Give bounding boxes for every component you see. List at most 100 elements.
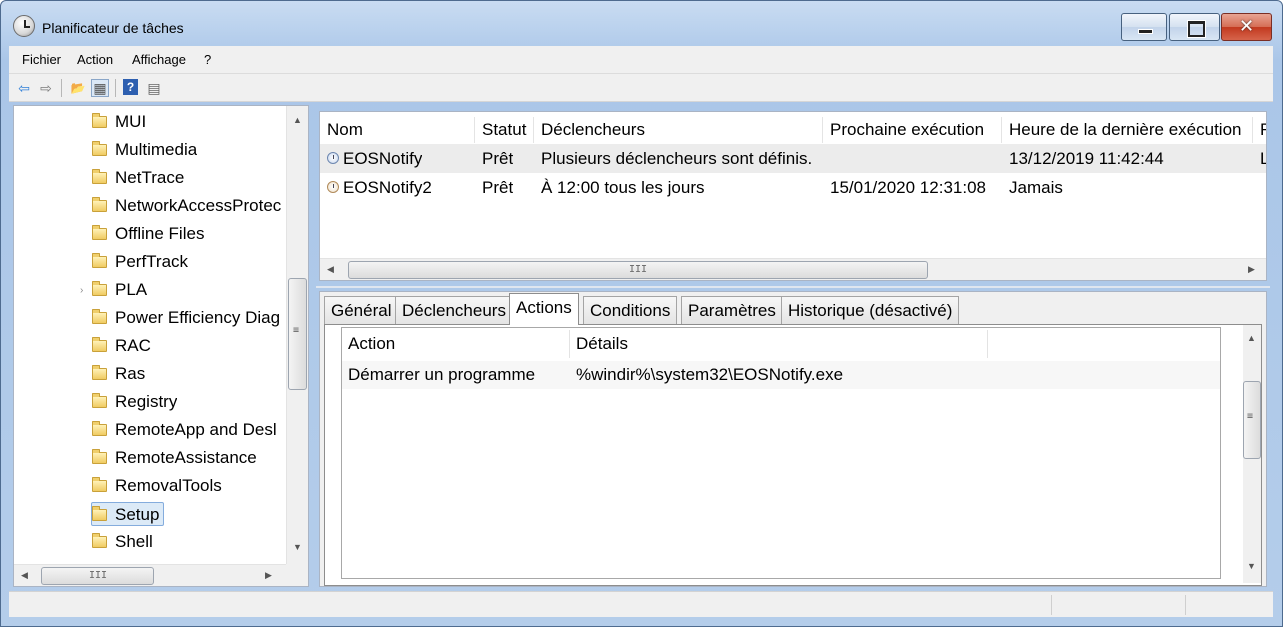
task-triggers: Plusieurs déclencheurs sont définis. [541, 149, 813, 168]
scroll-down-arrow-icon[interactable]: ▼ [293, 542, 302, 552]
tree-item-setup[interactable]: Setup [91, 502, 165, 526]
action-details: %windir%\system32\EOSNotify.exe [576, 365, 844, 384]
forward-arrow-icon[interactable]: ⇨ [37, 79, 55, 97]
tab-conditions[interactable]: Conditions [583, 296, 678, 324]
close-button[interactable]: ✕ [1221, 13, 1272, 41]
tree-item-remoteapp[interactable]: RemoteApp and Desl [92, 418, 286, 442]
scroll-left-arrow-icon[interactable]: ◀ [21, 570, 28, 581]
task-row[interactable]: EOSNotify2 Prêt À 12:00 tous les jours 1… [320, 173, 1266, 202]
grip-icon: III [89, 570, 108, 581]
scroll-up-arrow-icon[interactable]: ▲ [293, 115, 302, 125]
tree-item-removaltools[interactable]: RemovalTools [92, 474, 222, 498]
task-status: Prêt [482, 149, 514, 168]
column-header-truncated[interactable]: F [1253, 117, 1266, 143]
tree-item-multimedia[interactable]: Multimedia [92, 138, 197, 162]
scroll-left-arrow-icon[interactable]: ◀ [327, 264, 334, 275]
folder-icon [92, 365, 107, 380]
toolbar-separator [115, 79, 116, 97]
folder-icon [92, 533, 107, 548]
task-row[interactable]: EOSNotify Prêt Plusieurs déclencheurs so… [320, 144, 1266, 173]
menu-action[interactable]: Action [77, 52, 113, 67]
toolbar-separator [61, 79, 62, 97]
menu-help[interactable]: ? [204, 52, 211, 67]
grip-icon: III [629, 264, 648, 275]
folder-icon [92, 337, 107, 352]
tree-item-mui[interactable]: MUI [92, 110, 146, 134]
tab-actions[interactable]: Actions [509, 293, 579, 325]
task-list-horizontal-scrollbar[interactable]: ◀ III ▶ [320, 258, 1266, 280]
folder-icon [92, 421, 107, 436]
column-header-derniere-execution[interactable]: Heure de la dernière exécution [1002, 117, 1253, 143]
task-name: EOSNotify [343, 149, 423, 168]
minimize-button[interactable] [1121, 13, 1167, 41]
scroll-down-arrow-icon[interactable]: ▼ [1247, 561, 1256, 571]
tree-item-registry[interactable]: Registry [92, 390, 177, 414]
task-last-run: 13/12/2019 11:42:44 [1009, 149, 1164, 168]
column-header-action[interactable]: Action [342, 330, 570, 358]
tree-item-power-efficiency[interactable]: Power Efficiency Diag [92, 306, 286, 330]
tab-declencheurs[interactable]: Déclencheurs [395, 296, 513, 324]
folder-icon [92, 281, 107, 296]
tree-item-ras[interactable]: Ras [92, 362, 145, 386]
show-hide-action-pane-icon[interactable]: ▤ [145, 79, 163, 97]
back-arrow-icon[interactable]: ⇦ [15, 79, 33, 97]
details-vertical-scrollbar[interactable]: ▲ ≡ ▼ [1243, 325, 1261, 583]
tree-vertical-scrollbar[interactable]: ▲ ≡ ▼ [286, 106, 308, 564]
status-bar [9, 591, 1273, 617]
column-header-details[interactable]: Détails [570, 330, 988, 358]
expand-chevron-icon[interactable]: › [80, 285, 83, 296]
menu-fichier[interactable]: Fichier [22, 52, 61, 67]
column-header-statut[interactable]: Statut [475, 117, 534, 143]
grip-icon: ≡ [1247, 411, 1254, 422]
task-name: EOSNotify2 [343, 178, 432, 197]
menu-bar: Fichier Action Affichage ? [9, 46, 1273, 74]
tree-horizontal-scroll-thumb[interactable]: III [41, 567, 154, 585]
tree-item-remoteassistance[interactable]: RemoteAssistance [92, 446, 257, 470]
task-triggers: À 12:00 tous les jours [541, 178, 705, 197]
console-tree: MUI Multimedia NetTrace NetworkAccessPro… [13, 105, 309, 587]
tree-item-offline-files[interactable]: Offline Files [92, 222, 204, 246]
help-icon[interactable]: ? [123, 79, 138, 95]
scroll-up-arrow-icon[interactable]: ▲ [1247, 333, 1256, 343]
scroll-right-arrow-icon[interactable]: ▶ [1248, 264, 1255, 275]
pane-splitter[interactable] [316, 286, 1270, 288]
task-last-run: Jamais [1009, 178, 1063, 197]
tree-item-pla[interactable]: PLA [92, 278, 147, 302]
up-folder-icon[interactable]: 📂 [69, 79, 87, 97]
task-scheduler-window: Planificateur de tâches ✕ Fichier Action… [0, 0, 1283, 627]
folder-icon [92, 169, 107, 184]
window-title: Planificateur de tâches [42, 20, 184, 36]
tree-item-rac[interactable]: RAC [92, 334, 151, 358]
tab-parametres[interactable]: Paramètres [681, 296, 783, 324]
tree-item-shell[interactable]: Shell [92, 530, 153, 554]
tree-horizontal-scrollbar[interactable]: ◀ III ▶ [14, 564, 286, 586]
column-header-declencheurs[interactable]: Déclencheurs [534, 117, 823, 143]
tree-item-perftrack[interactable]: PerfTrack [92, 250, 188, 274]
action-type: Démarrer un programme [348, 365, 536, 384]
task-details-pane: Général Déclencheurs Actions Conditions … [319, 291, 1267, 587]
folder-icon [92, 506, 107, 521]
maximize-button[interactable] [1169, 13, 1220, 41]
folder-icon [92, 113, 107, 128]
column-header-nom[interactable]: Nom [320, 117, 475, 143]
column-header-prochaine-execution[interactable]: Prochaine exécution [823, 117, 1002, 143]
close-icon: ✕ [1238, 16, 1255, 36]
scroll-right-arrow-icon[interactable]: ▶ [265, 570, 272, 581]
actions-tab-content: Action Détails Démarrer un programme %wi… [324, 324, 1262, 586]
tree-vertical-scroll-thumb[interactable]: ≡ [288, 278, 307, 390]
tree-item-nettrace[interactable]: NetTrace [92, 166, 184, 190]
tab-historique[interactable]: Historique (désactivé) [781, 296, 960, 324]
folder-icon [92, 141, 107, 156]
task-list-scroll-thumb[interactable]: III [348, 261, 928, 279]
tree-item-networkaccessprotection[interactable]: NetworkAccessProtec [92, 194, 286, 218]
task-next-run: 15/01/2020 12:31:08 [830, 178, 986, 197]
tab-general[interactable]: Général [324, 296, 399, 324]
task-list: Nom Statut Déclencheurs Prochaine exécut… [319, 111, 1267, 281]
title-bar[interactable]: Planificateur de tâches ✕ [1, 1, 1282, 41]
task-name-cell: EOSNotify2 [327, 173, 432, 202]
show-hide-console-tree-icon[interactable]: ▦ [91, 79, 109, 97]
details-scroll-thumb[interactable]: ≡ [1243, 381, 1261, 459]
grip-icon: ≡ [293, 325, 300, 336]
menu-affichage[interactable]: Affichage [132, 52, 186, 67]
folder-icon [92, 253, 107, 268]
